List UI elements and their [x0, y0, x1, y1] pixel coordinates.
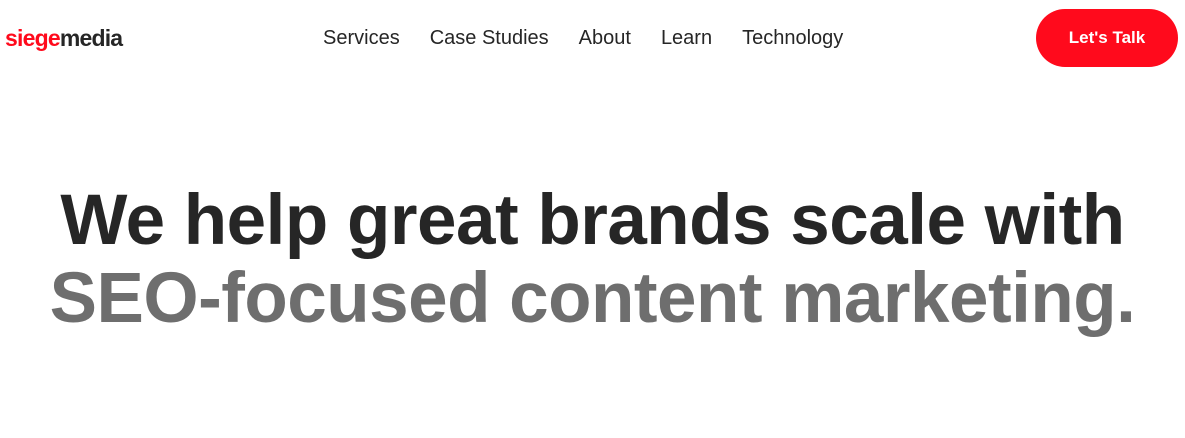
- nav-item-technology[interactable]: Technology: [742, 25, 843, 51]
- main-nav: Services Case Studies About Learn Techno…: [323, 25, 843, 51]
- hero-headline-line1: We help great brands scale with: [60, 181, 1125, 260]
- nav-item-services[interactable]: Services: [323, 25, 400, 51]
- nav-item-case-studies[interactable]: Case Studies: [430, 25, 549, 51]
- logo-media-text: media: [59, 25, 123, 51]
- nav-item-about[interactable]: About: [579, 25, 631, 51]
- hero-headline: We help great brands scale with SEO-focu…: [0, 182, 1185, 338]
- lets-talk-button[interactable]: Let's Talk: [1036, 9, 1178, 67]
- site-header: siegemedia Services Case Studies About L…: [0, 0, 1185, 76]
- hero-headline-line2: SEO-focused content marketing.: [49, 259, 1136, 338]
- nav-item-learn[interactable]: Learn: [661, 25, 712, 51]
- logo-siege-text: siege: [5, 25, 61, 51]
- siegemedia-logo[interactable]: siegemedia: [5, 25, 123, 51]
